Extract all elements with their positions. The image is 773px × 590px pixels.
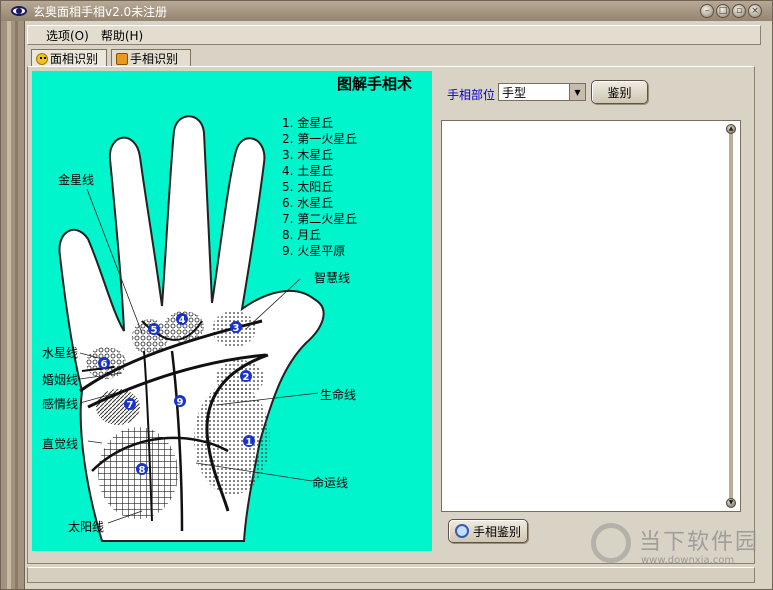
label-intuition-line: 直觉线 [42,437,79,451]
window-title: 玄奥面相手相v2.0未注册 [33,4,168,19]
menu-help[interactable]: 帮助(H) [101,27,143,44]
scrollbar-track[interactable] [729,132,733,500]
palm-identify-button[interactable]: 手相鉴别 [448,519,528,543]
legend-item: 1. 金星丘 [282,116,334,130]
watermark-logo-icon [591,523,631,563]
mount-number-7: 7 [127,400,134,411]
label-heart-line: 感情线 [42,397,79,411]
palm-identify-label: 手相鉴别 [472,524,521,539]
title-buttons: – □ ▫ × [700,4,762,18]
eye-icon [11,4,27,18]
legend-item: 8. 月丘 [282,228,322,242]
palm-drawing: 1 2 3 4 5 6 7 8 9 [58,115,325,542]
help-button[interactable]: – [700,4,714,18]
legend-item: 9. 火星平原 [282,244,346,258]
label-sun-line: 太阳线 [68,520,105,534]
palm-illustration: 1 2 3 4 5 6 7 8 9 图解手相术 1. 金星丘 2. 第一火星丘 … [32,71,432,551]
identify-button[interactable]: 鉴别 [591,80,648,104]
label-venus-line: 金星线 [58,173,95,187]
mount-number-1: 1 [246,437,253,448]
smiley-icon [36,52,48,65]
label-fate-line: 命运线 [312,476,349,490]
minimize-button[interactable]: □ [716,4,730,18]
mount-legend: 1. 金星丘 2. 第一火星丘 3. 木星丘 4. 土星丘 5. 太阳丘 6. … [282,115,357,259]
legend-item: 3. 木星丘 [282,148,334,162]
legend-item: 7. 第二火星丘 [282,212,358,226]
title-bar: 玄奥面相手相v2.0未注册 – □ ▫ × [1,1,772,21]
mount-number-3: 3 [233,323,240,334]
watermark-brand: 当下软件园 [639,530,760,555]
tab-palm-label: 手相识别 [130,52,179,66]
scroll-up-icon[interactable]: ▲ [726,124,736,134]
mount-number-9: 9 [177,397,184,408]
maximize-button[interactable]: ▫ [732,4,746,18]
mount-number-8: 8 [139,465,146,476]
mount-number-6: 6 [101,359,108,370]
scroll-down-icon[interactable]: ▼ [726,498,736,508]
result-textarea[interactable]: ▲ ▼ [441,120,741,512]
hand-icon [116,52,128,65]
watermark: 当下软件园 www.downxia.com [591,521,761,576]
label-life-line: 生命线 [320,388,357,402]
tab-palm-reading[interactable]: 手相识别 [111,49,191,67]
legend-item: 6. 水星丘 [282,196,334,210]
mount-mars1-shape [216,360,264,396]
legend-item: 5. 太阳丘 [282,180,334,194]
close-button[interactable]: × [748,4,762,18]
label-marriage-line: 婚姻线 [42,373,79,387]
mount-number-5: 5 [151,325,158,336]
window-frame-left [1,21,25,589]
watermark-url: www.downxia.com [641,555,735,566]
label-wisdom-line: 智慧线 [314,271,351,285]
hand-part-value: 手型 [502,85,527,100]
legend-item: 2. 第一火星丘 [282,132,358,146]
tab-face-label: 面相识别 [50,52,99,66]
menu-bar: 选项(O) 帮助(H) [27,25,761,45]
illustration-title: 图解手相术 [337,75,413,93]
main-window: 玄奥面相手相v2.0未注册 – □ ▫ × 选项(O) 帮助(H) 面相识别 手… [0,0,773,590]
legend-item: 4. 土星丘 [282,164,334,178]
tab-face-reading[interactable]: 面相识别 [31,49,107,67]
mount-number-2: 2 [243,372,250,383]
menu-options[interactable]: 选项(O) [46,27,89,44]
result-scrollbar[interactable]: ▲ ▼ [726,124,736,508]
hand-part-label: 手相部位 [447,88,496,102]
hand-part-select[interactable]: 手型 ▼ [498,83,586,101]
magnifier-icon [454,524,469,538]
chevron-down-icon[interactable]: ▼ [569,84,585,100]
label-mercury-line: 水星线 [42,346,79,360]
mount-number-4: 4 [179,315,186,326]
